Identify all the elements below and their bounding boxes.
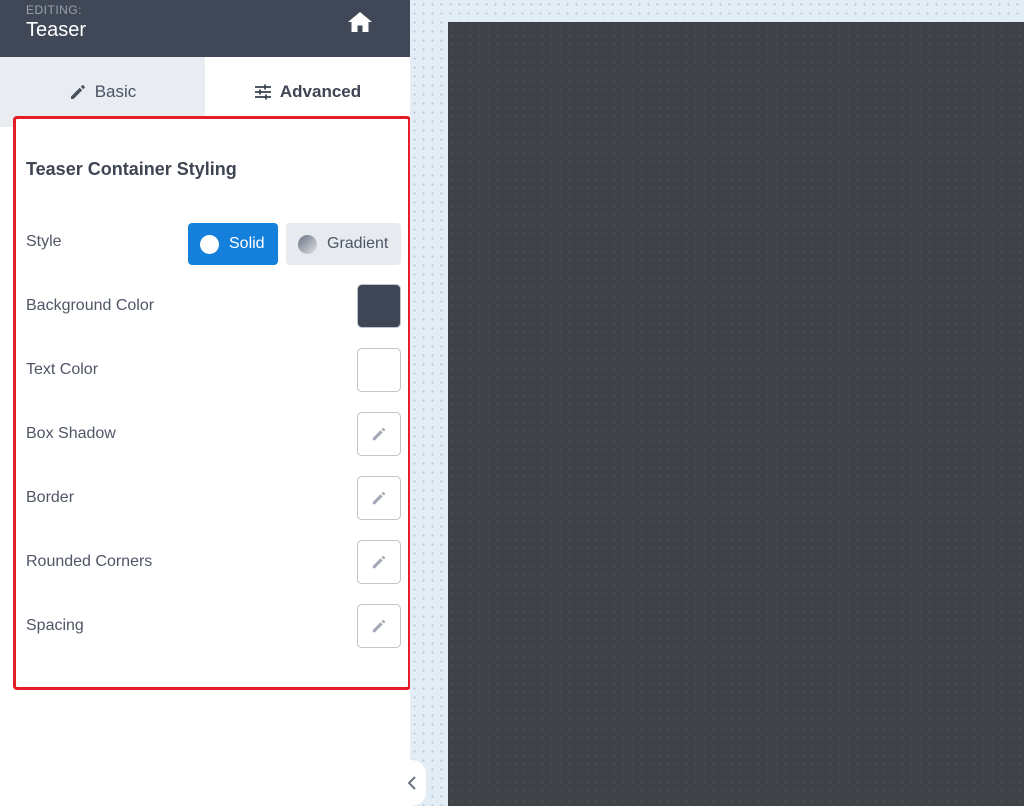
teaser-preview[interactable] <box>448 22 1024 806</box>
border-label: Border <box>26 489 75 506</box>
box-shadow-row: Box Shadow <box>26 412 401 456</box>
editing-eyebrow: EDITING: <box>26 3 83 17</box>
tab-advanced-label: Advanced <box>279 82 362 101</box>
text-color-swatch[interactable] <box>357 348 401 392</box>
box-shadow-edit-button[interactable] <box>357 412 401 456</box>
style-solid-button[interactable]: Solid <box>188 223 278 265</box>
rounded-corners-row: Rounded Corners <box>26 540 401 584</box>
border-edit-button[interactable] <box>357 476 401 520</box>
text-color-label: Text Color <box>26 361 99 378</box>
background-color-row: Background Color <box>26 284 401 328</box>
background-color-label: Background Color <box>26 297 155 314</box>
spacing-edit-button[interactable] <box>357 604 401 648</box>
editing-title: Teaser <box>26 19 87 41</box>
style-label: Style <box>26 233 62 250</box>
pencil-icon <box>372 619 386 633</box>
style-toggle: Solid Gradient <box>188 223 401 265</box>
gradient-circle-icon <box>298 234 317 254</box>
sliders-icon <box>254 84 271 100</box>
pencil-icon <box>70 85 85 99</box>
styling-panel: Teaser Container Styling Style Solid Gra… <box>13 116 411 690</box>
rounded-corners-label: Rounded Corners <box>26 553 153 570</box>
pencil-icon <box>372 491 386 505</box>
rounded-corners-edit-button[interactable] <box>357 540 401 584</box>
home-icon <box>348 12 372 32</box>
border-row: Border <box>26 476 401 520</box>
style-gradient-button[interactable]: Gradient <box>286 223 401 265</box>
editor-header: EDITING: Teaser <box>0 0 410 57</box>
pencil-icon <box>372 427 386 441</box>
text-color-row: Text Color <box>26 348 401 392</box>
solid-circle-icon <box>200 234 219 254</box>
box-shadow-label: Box Shadow <box>26 425 116 442</box>
tab-basic-label: Basic <box>94 82 137 101</box>
pencil-icon <box>372 555 386 569</box>
editor-sidebar: EDITING: Teaser Basic Advanced Teaser Co… <box>0 0 411 806</box>
style-row: Style Solid Gradient <box>26 220 401 265</box>
spacing-label: Spacing <box>26 617 84 634</box>
section-title: Teaser Container Styling <box>26 159 237 179</box>
style-solid-label: Solid <box>229 235 265 252</box>
chevron-left-icon <box>407 776 416 790</box>
home-button[interactable] <box>344 8 376 36</box>
background-color-swatch[interactable] <box>357 284 401 328</box>
style-gradient-label: Gradient <box>327 235 389 252</box>
spacing-row: Spacing <box>26 604 401 648</box>
collapse-sidebar-button[interactable] <box>398 760 426 806</box>
